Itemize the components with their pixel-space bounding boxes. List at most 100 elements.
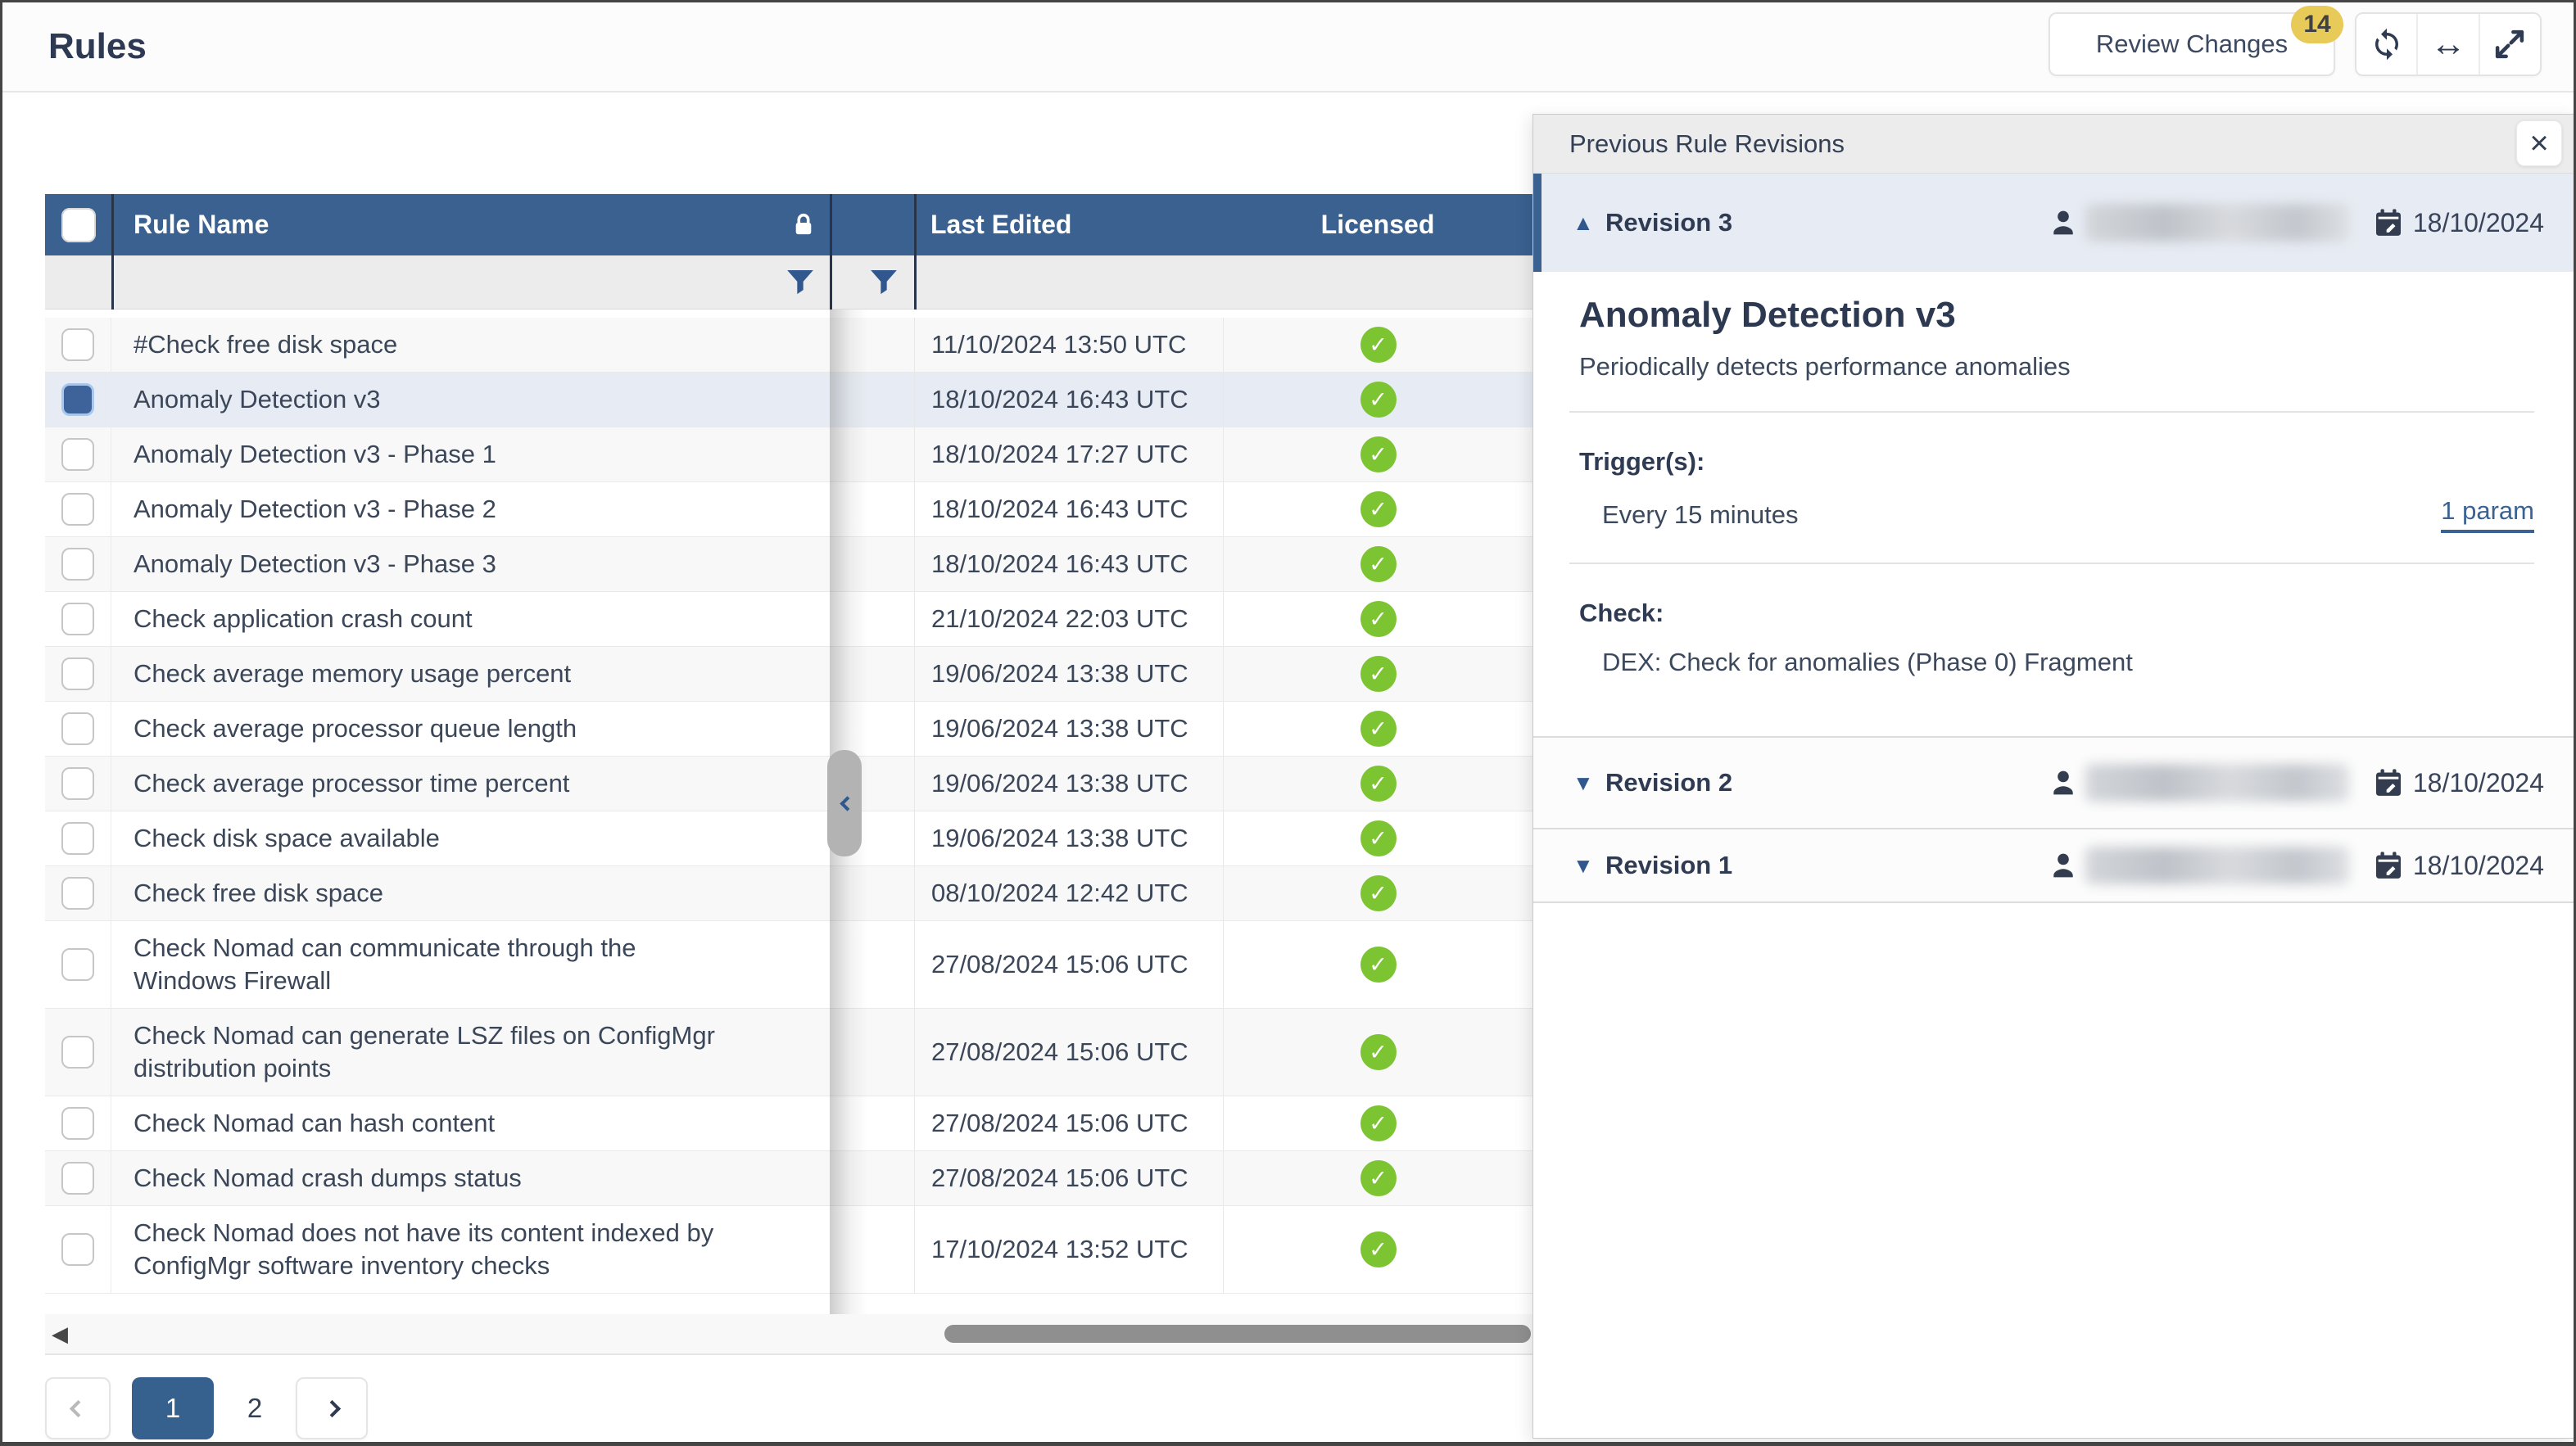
licensed-check-icon: ✓	[1360, 766, 1397, 802]
table-row[interactable]: Check application crash count 21/10/2024…	[45, 592, 1532, 647]
calendar-edit-icon	[2372, 766, 2405, 799]
revision-row-2[interactable]: Revision 2 18/10/2024	[1533, 736, 2575, 828]
table-row[interactable]: Check Nomad can generate LSZ files on Co…	[45, 1009, 1532, 1096]
refresh-icon	[2370, 27, 2404, 61]
row-checkbox[interactable]	[61, 657, 94, 690]
horizontal-arrows-icon: ↔	[2430, 24, 2466, 65]
row-checkbox[interactable]	[61, 328, 94, 361]
table-filter-row	[45, 255, 1532, 310]
table-row[interactable]: #Check free disk space 11/10/2024 13:50 …	[45, 318, 1532, 373]
revision-row-3[interactable]: Revision 3 18/10/2024	[1533, 174, 2575, 272]
last-edited-value: 21/10/2024 22:03 UTC	[914, 592, 1223, 646]
revision-row-1[interactable]: Revision 1 18/10/2024	[1533, 828, 2575, 903]
pagination: 1 2	[45, 1376, 368, 1440]
filter-icon[interactable]	[784, 266, 817, 299]
rule-name: Anomaly Detection v3	[134, 373, 381, 427]
filter-icon[interactable]	[867, 266, 900, 299]
prev-page-button[interactable]	[45, 1377, 111, 1439]
panel-header: Previous Rule Revisions ×	[1533, 115, 2575, 174]
collapse-pane-handle[interactable]	[827, 750, 862, 856]
refresh-button[interactable]	[2356, 14, 2418, 75]
row-checkbox[interactable]	[61, 1162, 94, 1195]
page-button-1[interactable]: 1	[132, 1377, 214, 1439]
licensed-check-icon: ✓	[1360, 820, 1397, 856]
table-row[interactable]: Check average memory usage percent 19/06…	[45, 647, 1532, 702]
last-edited-value: 19/06/2024 13:38 UTC	[914, 811, 1223, 865]
table-row[interactable]: Anomaly Detection v3 - Phase 3 18/10/202…	[45, 537, 1532, 592]
user-icon	[2046, 848, 2080, 883]
check-label: Check:	[1579, 599, 2534, 628]
licensed-check-icon: ✓	[1360, 711, 1397, 747]
row-checkbox[interactable]	[61, 1107, 94, 1140]
params-link[interactable]: 1 param	[2441, 496, 2534, 533]
column-divider	[914, 194, 917, 310]
licensed-check-icon: ✓	[1360, 656, 1397, 692]
row-checkbox[interactable]	[61, 1233, 94, 1266]
table-row[interactable]: Anomaly Detection v3 18/10/2024 16:43 UT…	[45, 373, 1532, 427]
revision-detail: Anomaly Detection v3 Periodically detect…	[1533, 272, 2575, 677]
row-checkbox[interactable]	[61, 877, 94, 910]
table-row[interactable]: Check Nomad can hash content 27/08/2024 …	[45, 1096, 1532, 1151]
check-value: DEX: Check for anomalies (Phase 0) Fragm…	[1602, 648, 2534, 677]
table-row[interactable]: Check disk space available 19/06/2024 13…	[45, 811, 1532, 866]
fit-width-button[interactable]: ↔	[2418, 14, 2479, 75]
redacted-user-name	[2085, 764, 2349, 802]
horizontal-scrollbar-thumb[interactable]	[944, 1325, 1531, 1343]
rule-name: #Check free disk space	[134, 318, 397, 372]
horizontal-scrollbar[interactable]	[45, 1314, 1532, 1355]
licensed-check-icon: ✓	[1360, 1105, 1397, 1141]
last-edited-value: 19/06/2024 13:38 UTC	[914, 702, 1223, 756]
row-checkbox[interactable]	[61, 383, 94, 416]
expand-button[interactable]	[2480, 14, 2540, 75]
table-row[interactable]: Check free disk space 08/10/2024 12:42 U…	[45, 866, 1532, 921]
page-title: Rules	[48, 2, 147, 91]
page-button-2[interactable]: 2	[235, 1377, 274, 1439]
licensed-check-icon: ✓	[1360, 491, 1397, 527]
row-checkbox[interactable]	[61, 948, 94, 981]
revisions-panel: Previous Rule Revisions × Revision 3 18/…	[1532, 114, 2576, 1439]
chevron-left-icon	[840, 796, 854, 811]
expand-caret-icon[interactable]	[1573, 770, 1602, 796]
column-header-last-edited[interactable]: Last Edited	[930, 210, 1071, 239]
row-checkbox[interactable]	[61, 548, 94, 581]
expand-caret-icon[interactable]	[1573, 853, 1602, 879]
licensed-check-icon: ✓	[1360, 546, 1397, 582]
table-row[interactable]: Anomaly Detection v3 - Phase 2 18/10/202…	[45, 482, 1532, 537]
table-body: #Check free disk space 11/10/2024 13:50 …	[45, 318, 1532, 1294]
user-icon	[2046, 206, 2080, 240]
table-row[interactable]: Check Nomad can communicate through the …	[45, 921, 1532, 1009]
table-row[interactable]: Check average processor queue length 19/…	[45, 702, 1532, 757]
table-row[interactable]: Check average processor time percent 19/…	[45, 757, 1532, 811]
row-checkbox[interactable]	[61, 493, 94, 526]
column-header-rule-name[interactable]: Rule Name	[134, 210, 269, 240]
row-checkbox[interactable]	[61, 767, 94, 800]
expand-icon	[2492, 27, 2527, 61]
last-edited-value: 17/10/2024 13:52 UTC	[914, 1206, 1223, 1293]
close-panel-button[interactable]: ×	[2516, 120, 2562, 166]
rule-name: Check average processor queue length	[134, 702, 577, 756]
rule-name: Check Nomad can communicate through the …	[134, 921, 740, 1008]
row-checkbox[interactable]	[61, 603, 94, 635]
table-gap	[45, 310, 1532, 318]
licensed-check-icon: ✓	[1360, 1160, 1397, 1196]
licensed-check-icon: ✓	[1360, 1034, 1397, 1070]
collapse-caret-icon[interactable]	[1573, 210, 1602, 236]
table-row[interactable]: Anomaly Detection v3 - Phase 1 18/10/202…	[45, 427, 1532, 482]
row-checkbox[interactable]	[61, 822, 94, 855]
row-checkbox[interactable]	[61, 712, 94, 745]
next-page-button[interactable]	[296, 1377, 368, 1439]
row-checkbox[interactable]	[61, 1036, 94, 1069]
app-window: Rules Review Changes 14 ↔ Rule Name	[0, 0, 2576, 1446]
scroll-left-arrow-icon[interactable]	[52, 1322, 68, 1347]
table-row[interactable]: Check Nomad crash dumps status 27/08/202…	[45, 1151, 1532, 1206]
table-row[interactable]: Check Nomad does not have its content in…	[45, 1206, 1532, 1294]
last-edited-value: 27/08/2024 15:06 UTC	[914, 1009, 1223, 1096]
review-changes-button[interactable]: Review Changes 14	[2049, 12, 2335, 76]
toolbar-button-group: ↔	[2355, 12, 2542, 76]
select-all-checkbox[interactable]	[61, 208, 96, 242]
calendar-edit-icon	[2372, 849, 2405, 882]
row-checkbox[interactable]	[61, 438, 94, 471]
licensed-check-icon: ✓	[1360, 1231, 1397, 1268]
trigger-value: Every 15 minutes	[1602, 500, 1799, 530]
column-header-licensed[interactable]: Licensed	[1321, 210, 1435, 240]
